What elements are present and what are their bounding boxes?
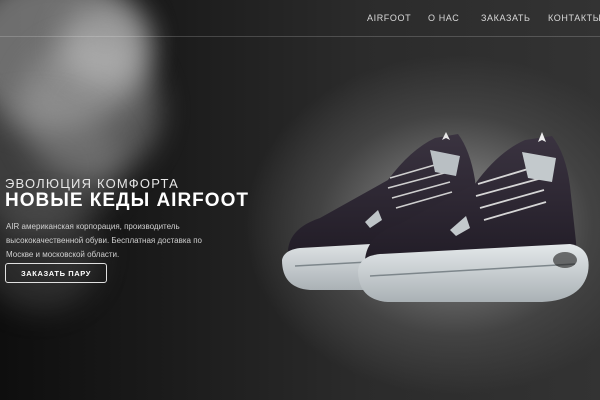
nav-link-about[interactable]: О НАС	[428, 13, 459, 23]
hero-section: AIRFOOT О НАС ЗАКАЗАТЬ КОНТАКТЫ ЭВОЛЮЦИЯ…	[0, 0, 600, 400]
hero-tagline: ЭВОЛЮЦИЯ КОМФОРТА	[5, 176, 180, 191]
hero-headline: НОВЫЕ КЕДЫ AIRFOOT	[5, 190, 249, 211]
sneakers-image	[282, 132, 589, 302]
order-pair-button[interactable]: ЗАКАЗАТЬ ПАРУ	[5, 263, 107, 283]
nav-link-order[interactable]: ЗАКАЗАТЬ	[481, 13, 531, 23]
nav-link-airfoot[interactable]: AIRFOOT	[367, 13, 411, 23]
hero-description: AIR американская корпорация, производите…	[6, 222, 202, 259]
top-navigation: AIRFOOT О НАС ЗАКАЗАТЬ КОНТАКТЫ	[0, 0, 600, 37]
nav-link-contacts[interactable]: КОНТАКТЫ	[548, 13, 600, 23]
